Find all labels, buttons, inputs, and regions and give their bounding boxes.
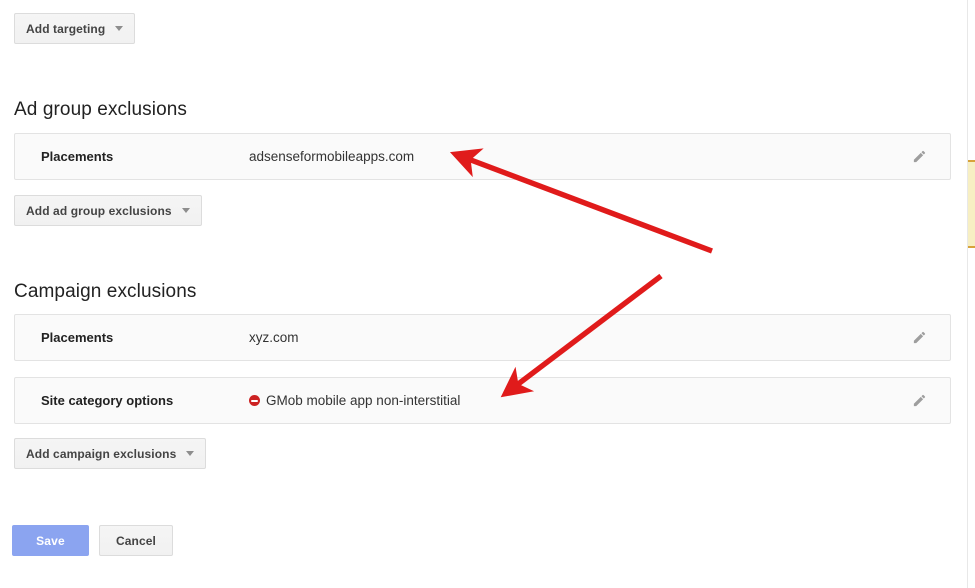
save-button-label: Save [36,533,65,548]
row-value: GMob mobile app non-interstitial [249,393,460,408]
row-label: Site category options [41,393,174,408]
pencil-icon[interactable] [910,148,928,166]
exclusion-badge-icon [249,395,260,406]
ad-group-exclusions-heading: Ad group exclusions [14,99,188,120]
chevron-down-icon [181,208,190,213]
ad-group-exclusions-card: Placements adsenseformobileapps.com [14,133,951,180]
right-panel-highlight-chip [968,160,975,248]
save-button[interactable]: Save [12,525,89,556]
cancel-button[interactable]: Cancel [99,525,173,556]
row-value-text: xyz.com [249,330,299,345]
add-targeting-label: Add targeting [26,21,106,36]
row-label: Placements [41,149,114,164]
row-value-text: adsenseformobileapps.com [249,149,415,164]
add-targeting-button[interactable]: Add targeting [14,13,136,44]
pencil-icon[interactable] [910,329,928,347]
chevron-down-icon [115,26,124,31]
row-value-text: GMob mobile app non-interstitial [266,393,461,408]
cancel-button-label: Cancel [116,533,156,548]
table-row[interactable]: Placements adsenseformobileapps.com [15,134,950,179]
campaign-exclusions-placements-card: Placements xyz.com [14,314,951,361]
pencil-icon[interactable] [910,392,928,410]
settings-page: Add targeting Ad group exclusions Placem… [0,0,975,588]
campaign-exclusions-site-category-card: Site category options GMob mobile app no… [14,377,951,424]
table-row[interactable]: Site category options GMob mobile app no… [15,378,950,423]
add-ad-group-exclusions-label: Add ad group exclusions [26,203,172,218]
add-campaign-exclusions-button[interactable]: Add campaign exclusions [14,438,207,469]
row-label: Placements [41,330,114,345]
campaign-exclusions-heading: Campaign exclusions [14,281,197,302]
right-panel-divider [967,0,968,588]
chevron-down-icon [186,451,195,456]
table-row[interactable]: Placements xyz.com [15,315,950,360]
row-value: adsenseformobileapps.com [249,149,414,164]
row-value: xyz.com [249,330,299,345]
add-ad-group-exclusions-button[interactable]: Add ad group exclusions [14,195,202,226]
add-campaign-exclusions-label: Add campaign exclusions [26,446,177,461]
